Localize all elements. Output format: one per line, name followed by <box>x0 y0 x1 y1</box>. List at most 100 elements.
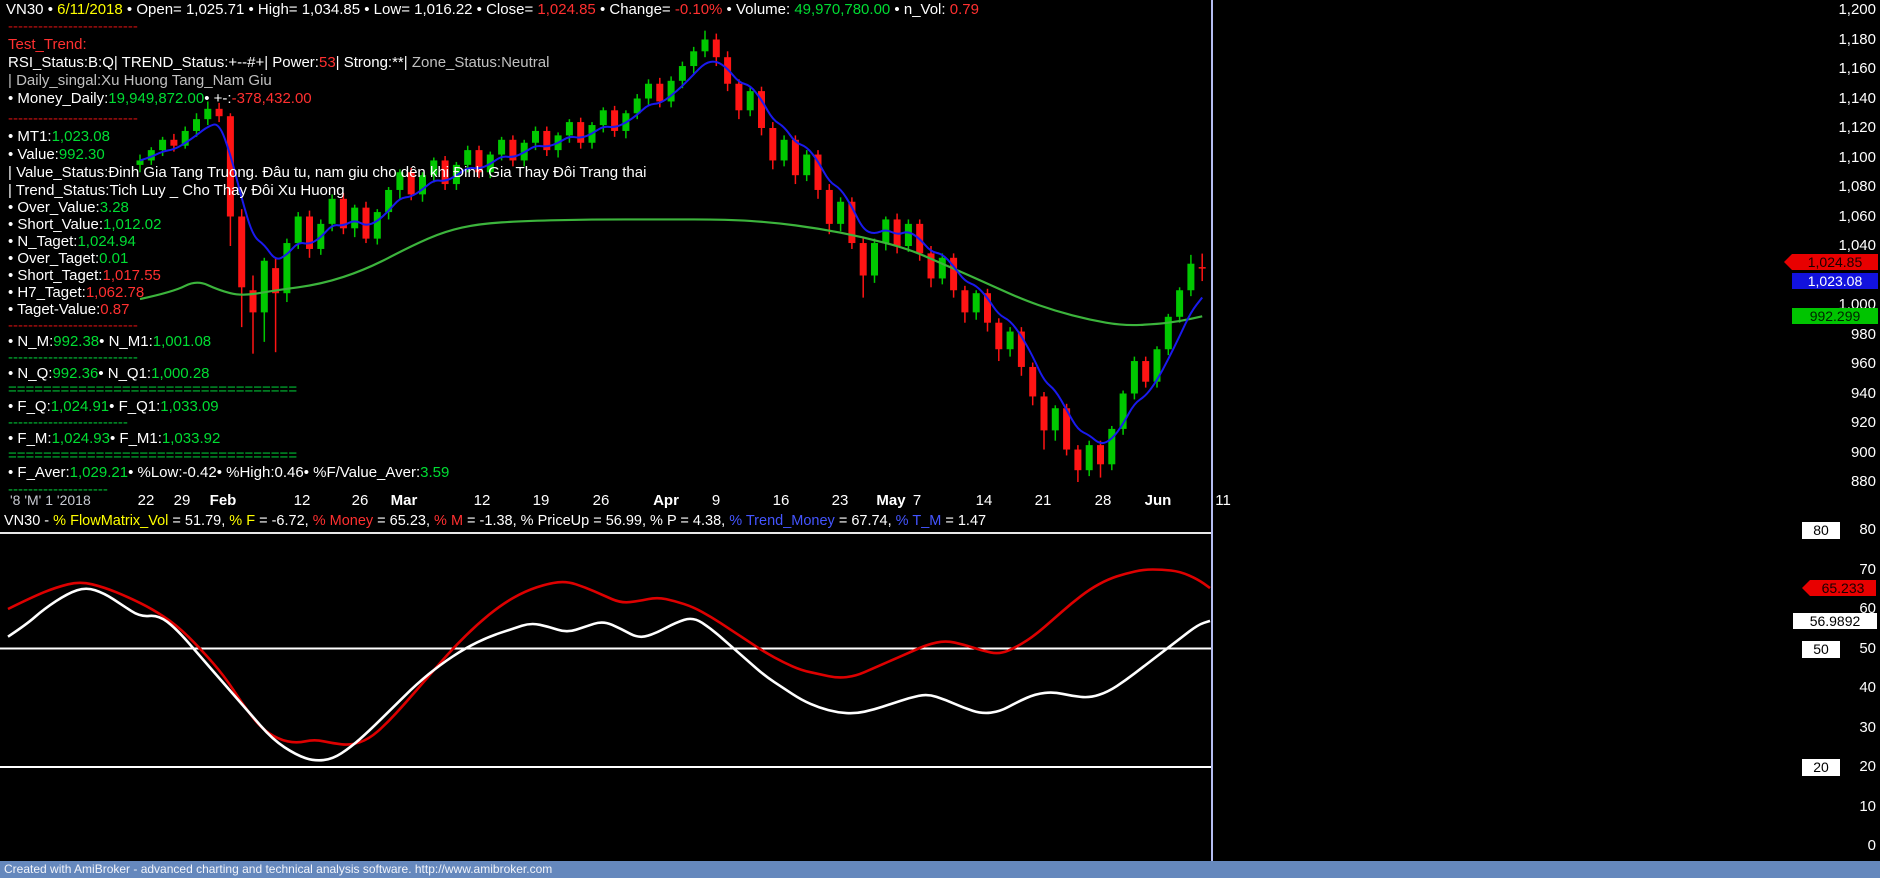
amibroker-window: VN30 • 6/11/2018 • Open= 1,025.71 • High… <box>0 0 1880 878</box>
text-segment: -------------------------- <box>8 18 138 35</box>
text-segment: ================================= <box>8 447 298 464</box>
text-segment: • Taget-Value: <box>8 301 101 318</box>
candle-down <box>362 207 370 239</box>
osc-value-badge: 56.9892 <box>1793 612 1877 629</box>
candle-up <box>803 154 811 176</box>
osc-tick-label: 30 <box>1859 718 1876 736</box>
candle-down <box>238 216 246 288</box>
text-segment: 1,000.28 <box>151 365 210 382</box>
text-segment: 1,033.09 <box>160 398 219 415</box>
oscillator-title-bar: VN30 - % FlowMatrix_Vol = 51.79, % F = -… <box>4 513 986 529</box>
overlay-line: | Trend_Status:Tich Luy _ Cho Thay Đôi X… <box>8 182 345 199</box>
osc-boxed-label: 50 <box>1802 640 1840 658</box>
price-tick-label: 1,180 <box>1838 30 1876 48</box>
status-text: Created with AmiBroker - advanced charti… <box>4 862 553 876</box>
text-segment: • %Low: <box>128 464 183 481</box>
text-segment: 1,062.78 <box>85 284 145 301</box>
text-segment: = 65.23, <box>373 513 435 529</box>
candle-down <box>859 243 867 276</box>
osc-boxed-label: 80 <box>1802 522 1840 539</box>
text-segment: ================================= <box>8 381 298 398</box>
text-segment: RSI_Status:B:Q| TREND_Status:+--#+| Powe… <box>8 54 319 71</box>
price-tick-label: 920 <box>1850 414 1876 431</box>
candle-up <box>532 130 539 143</box>
osc-tick-label: 0 <box>1867 837 1876 854</box>
overlay-line: • Money_Daily:19,949,872.00• +-:-378,432… <box>8 90 312 107</box>
candle-down <box>577 122 585 143</box>
text-segment: • Value: <box>8 146 59 163</box>
text-segment: % PriceUp <box>520 513 590 529</box>
candle-up <box>193 119 200 131</box>
text-segment: -------------------------- <box>8 317 138 334</box>
text-segment: 3.28 <box>99 199 129 216</box>
text-segment: = -6.72, <box>255 513 313 529</box>
candle-down <box>1142 361 1150 382</box>
date-tick-label: 28 <box>1094 492 1112 509</box>
text-segment: • %High: <box>216 464 275 481</box>
date-tick-label: 12 <box>293 492 311 509</box>
text-segment: • Volume: <box>722 1 795 18</box>
overlay-line: • Over_Value:3.28 <box>8 199 129 216</box>
chart-canvas[interactable] <box>0 0 1880 878</box>
overlay-line: -------------------------- <box>8 18 138 35</box>
candle-up <box>633 98 641 114</box>
candle-up <box>1006 331 1014 350</box>
overlay-line: • MT1:1,023.08 <box>8 128 110 145</box>
overlay-line: • Value:992.30 <box>8 146 105 163</box>
price-badge: 1,023.08 <box>1792 273 1878 289</box>
text-segment: 1,017.55 <box>102 267 161 284</box>
text-segment: % FlowMatrix_Vol <box>53 513 169 529</box>
text-segment: 1,024.91 <box>50 398 110 415</box>
candle-up <box>328 198 336 224</box>
candle-down <box>825 189 833 224</box>
candle-up <box>294 216 302 244</box>
candle-up <box>159 139 167 151</box>
osc-tick-label: 70 <box>1859 560 1876 578</box>
date-tick-label: May <box>876 492 906 509</box>
text-segment: | Value_Status:Đinh Gia Tang Truong. Đâu… <box>8 164 647 181</box>
candle-up <box>204 108 212 120</box>
text-segment: 992.38 <box>53 333 100 350</box>
candle-down <box>1198 267 1206 269</box>
text-segment: • F_Aver: <box>8 464 70 481</box>
price-tick-label: 1,060 <box>1838 207 1876 225</box>
text-segment: • n_Vol: <box>890 1 950 18</box>
candle-down <box>1029 366 1037 397</box>
text-segment: • +-: <box>204 90 232 107</box>
overlay-line: • Short_Value:1,012.02 <box>8 216 161 233</box>
candle-up <box>904 223 912 246</box>
price-tick-label: 1,040 <box>1838 237 1876 254</box>
text-segment: • <box>47 1 58 18</box>
candle-up <box>373 212 381 239</box>
text-segment: • N_Taget: <box>8 233 78 250</box>
text-segment: 1,001.08 <box>152 333 212 350</box>
candle-up <box>780 139 788 161</box>
candle-down <box>961 290 969 313</box>
text-segment: 6/11/2018 <box>57 1 123 18</box>
text-segment: % F <box>229 513 256 529</box>
candle-down <box>791 139 799 176</box>
date-tick-label: 22 <box>137 492 155 509</box>
candle-down <box>170 139 178 146</box>
ma-fast-line <box>139 60 1203 445</box>
overlay-line: • F_M:1,024.93• F_M1:1,033.92 <box>8 430 220 447</box>
text-segment: 3.59 <box>420 464 450 481</box>
badge-arrow <box>1784 254 1792 270</box>
price-tick-label: 1,080 <box>1838 178 1876 195</box>
text-segment: 0.46 <box>274 464 304 481</box>
date-tick-label: 14 <box>975 492 993 509</box>
text-segment: • F_Q1: <box>109 398 161 415</box>
text-segment: 1,029.21 <box>69 464 129 481</box>
price-tick-label: 1,160 <box>1838 60 1876 77</box>
overlay-line: • H7_Taget:1,062.78 <box>8 284 144 301</box>
overlay-line: • Short_Taget:1,017.55 <box>8 267 161 284</box>
text-segment: -0.42 <box>182 464 217 481</box>
candle-up <box>599 110 607 126</box>
candle-up <box>1176 290 1184 317</box>
candle-up <box>464 150 472 165</box>
status-bar: Created with AmiBroker - advanced charti… <box>0 861 1880 878</box>
candle-up <box>260 260 268 313</box>
overlay-line: -------------------------- <box>8 110 138 127</box>
candle-up <box>678 66 686 81</box>
date-tick-label: Jun <box>1144 492 1172 509</box>
